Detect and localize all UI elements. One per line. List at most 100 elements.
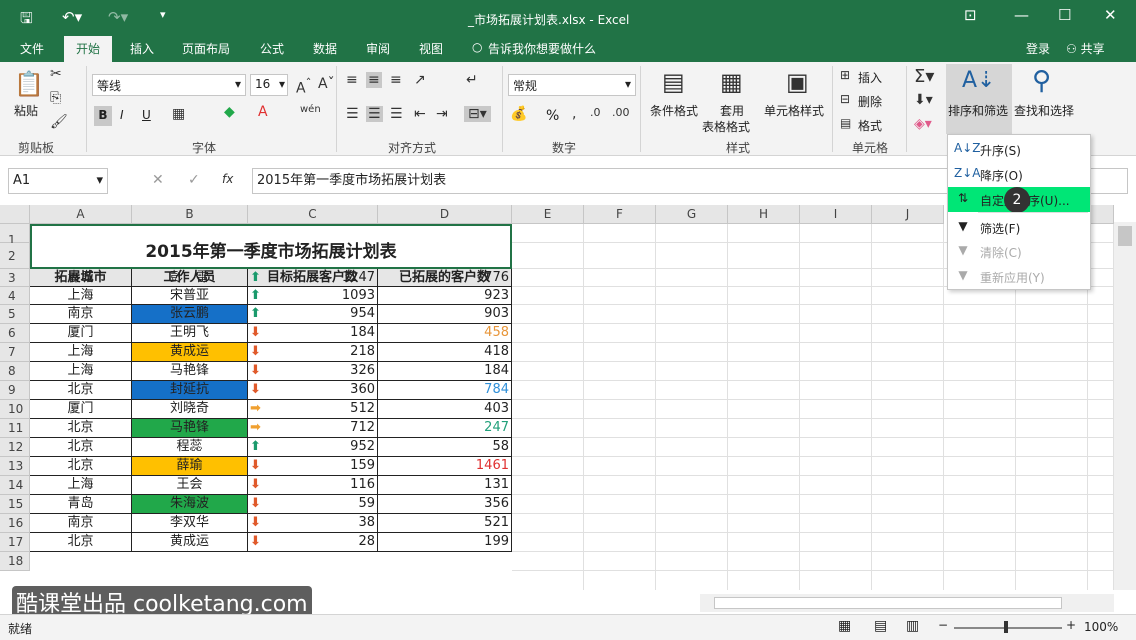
row-header[interactable]: 6 xyxy=(0,324,30,343)
close-icon[interactable]: ✕ xyxy=(1104,6,1117,24)
copy-icon[interactable]: ⎘ xyxy=(50,90,61,106)
row-header[interactable]: 10 xyxy=(0,400,30,419)
target-cell[interactable]: ➡ 512 xyxy=(248,400,378,419)
insert-cells-icon[interactable]: ⊞ xyxy=(840,68,850,82)
target-cell[interactable]: ⬇ 59 xyxy=(248,495,378,514)
minimize-icon[interactable]: — xyxy=(1014,6,1029,24)
ribbon-display-icon[interactable]: ⊡ xyxy=(964,6,977,24)
person-cell[interactable]: 薛瑜 xyxy=(132,457,248,476)
row-header[interactable]: 8 xyxy=(0,362,30,381)
filter-item[interactable]: ▼ 筛选(F) xyxy=(948,215,1090,240)
done-cell[interactable]: 247 xyxy=(378,419,512,438)
bold-button[interactable]: B xyxy=(94,106,112,126)
done-cell[interactable]: 131 xyxy=(378,476,512,495)
fill-color-icon[interactable]: ◆ xyxy=(224,104,235,120)
orientation-icon[interactable]: ↗ xyxy=(414,72,426,88)
city-cell[interactable]: 上海 xyxy=(30,343,132,362)
row-header[interactable]: 5 xyxy=(0,305,30,324)
person-cell[interactable]: 彭 雷 xyxy=(132,269,248,287)
merge-center-icon[interactable]: ⊟▾ xyxy=(464,106,491,122)
column-header[interactable]: E xyxy=(512,205,584,224)
done-cell[interactable]: 356 xyxy=(378,495,512,514)
select-all-corner[interactable] xyxy=(0,205,30,224)
find-select-button[interactable]: 查找和选择 xyxy=(1014,102,1074,119)
format-painter-icon[interactable]: 🖌 xyxy=(50,114,68,130)
person-cell[interactable]: 马艳锋 xyxy=(132,362,248,381)
scroll-thumb[interactable] xyxy=(1118,226,1132,246)
person-cell[interactable]: 王会 xyxy=(132,476,248,495)
done-cell[interactable]: 903 xyxy=(378,305,512,324)
zoom-in-icon[interactable]: + xyxy=(1066,618,1076,632)
tab-file[interactable]: 文件 xyxy=(20,40,44,57)
cancel-entry-icon[interactable]: ✕ xyxy=(152,172,164,188)
paste-button[interactable]: 粘贴 xyxy=(14,102,38,119)
done-cell[interactable]: 403 xyxy=(378,400,512,419)
borders-icon[interactable]: ▦ xyxy=(172,106,185,122)
confirm-entry-icon[interactable]: ✓ xyxy=(188,172,200,188)
target-cell[interactable]: ⬆ 1247 xyxy=(248,269,378,287)
format-as-table-label-2[interactable]: 表格格式 xyxy=(702,118,750,135)
wrap-text-icon[interactable]: ↵ xyxy=(466,72,478,88)
conditional-format-button[interactable]: 条件格式 xyxy=(650,102,698,119)
maximize-icon[interactable]: ☐ xyxy=(1058,6,1071,24)
hscroll-thumb[interactable] xyxy=(714,597,1062,609)
underline-button[interactable]: U xyxy=(142,108,151,122)
delete-cells-button[interactable]: 删除 xyxy=(858,93,882,110)
decrease-indent-icon[interactable]: ⇤ xyxy=(414,106,426,122)
tab-view[interactable]: 视图 xyxy=(419,40,443,57)
tell-me-box[interactable]: 告诉我你想要做什么 xyxy=(488,40,596,57)
horizontal-scrollbar[interactable] xyxy=(700,594,1114,612)
person-cell[interactable]: 宋普亚 xyxy=(132,287,248,305)
tab-data[interactable]: 数据 xyxy=(313,40,337,57)
increase-decimal-icon[interactable]: .0 xyxy=(590,106,601,119)
page-layout-view-icon[interactable]: ▤ xyxy=(874,618,887,634)
align-bottom-icon[interactable]: ≡ xyxy=(390,72,402,88)
customize-qat-icon[interactable]: ▾ xyxy=(160,8,166,21)
city-cell[interactable]: 北京 xyxy=(30,533,132,552)
done-cell[interactable]: 184 xyxy=(378,362,512,381)
align-center-icon[interactable]: ☰ xyxy=(366,106,383,122)
row-header[interactable]: 14 xyxy=(0,476,30,495)
row-header[interactable]: 18 xyxy=(0,552,30,571)
city-cell[interactable]: 青岛 xyxy=(30,495,132,514)
sort-filter-button[interactable]: A⇣ 排序和筛选 xyxy=(946,64,1012,134)
zoom-slider-handle[interactable] xyxy=(1004,621,1008,633)
cell-styles-button[interactable]: 单元格样式 xyxy=(764,102,824,119)
person-cell[interactable]: 王明飞 xyxy=(132,324,248,343)
target-cell[interactable]: ⬆ 1093 xyxy=(248,287,378,305)
person-cell[interactable]: 李双华 xyxy=(132,514,248,533)
vertical-scrollbar[interactable] xyxy=(1114,222,1136,590)
row-header[interactable]: 15 xyxy=(0,495,30,514)
person-cell[interactable]: 程蕊 xyxy=(132,438,248,457)
clear-filter-item[interactable]: ▼ 清除(C) xyxy=(948,239,1090,264)
zoom-level[interactable]: 100% xyxy=(1084,620,1118,634)
format-cells-button[interactable]: 格式 xyxy=(858,117,882,134)
city-cell[interactable]: 上海 xyxy=(30,476,132,495)
reapply-filter-item[interactable]: ▼ 重新应用(Y) xyxy=(948,264,1090,289)
done-cell[interactable]: 1461 xyxy=(378,457,512,476)
align-left-icon[interactable]: ☰ xyxy=(346,106,359,122)
cell-styles-icon[interactable]: ▣ xyxy=(786,68,809,96)
undo-icon[interactable]: ↶▾ xyxy=(62,8,82,26)
page-break-view-icon[interactable]: ▥ xyxy=(906,618,919,634)
done-cell[interactable]: 776 xyxy=(378,269,512,287)
sheet-title-cell[interactable]: 2015年第一季度市场拓展计划表 xyxy=(30,224,512,269)
row-header[interactable]: 9 xyxy=(0,381,30,400)
person-cell[interactable]: 朱海波 xyxy=(132,495,248,514)
delete-cells-icon[interactable]: ⊟ xyxy=(840,92,850,106)
column-header[interactable]: B xyxy=(132,205,248,224)
target-cell[interactable]: ⬇ 184 xyxy=(248,324,378,343)
done-cell[interactable]: 521 xyxy=(378,514,512,533)
target-cell[interactable]: ⬆ 952 xyxy=(248,438,378,457)
target-cell[interactable]: ⬇ 38 xyxy=(248,514,378,533)
clear-icon[interactable]: ◈▾ xyxy=(914,116,932,132)
font-size-select[interactable]: 16 ▾ xyxy=(250,74,288,96)
row-header[interactable]: 1 xyxy=(0,224,30,247)
row-header[interactable]: 12 xyxy=(0,438,30,457)
normal-view-icon[interactable]: ▦ xyxy=(838,618,851,634)
city-cell[interactable]: 北京 xyxy=(30,457,132,476)
zoom-slider[interactable] xyxy=(954,627,1062,629)
tab-formulas[interactable]: 公式 xyxy=(260,40,284,57)
done-cell[interactable]: 199 xyxy=(378,533,512,552)
target-cell[interactable]: ⬇ 218 xyxy=(248,343,378,362)
